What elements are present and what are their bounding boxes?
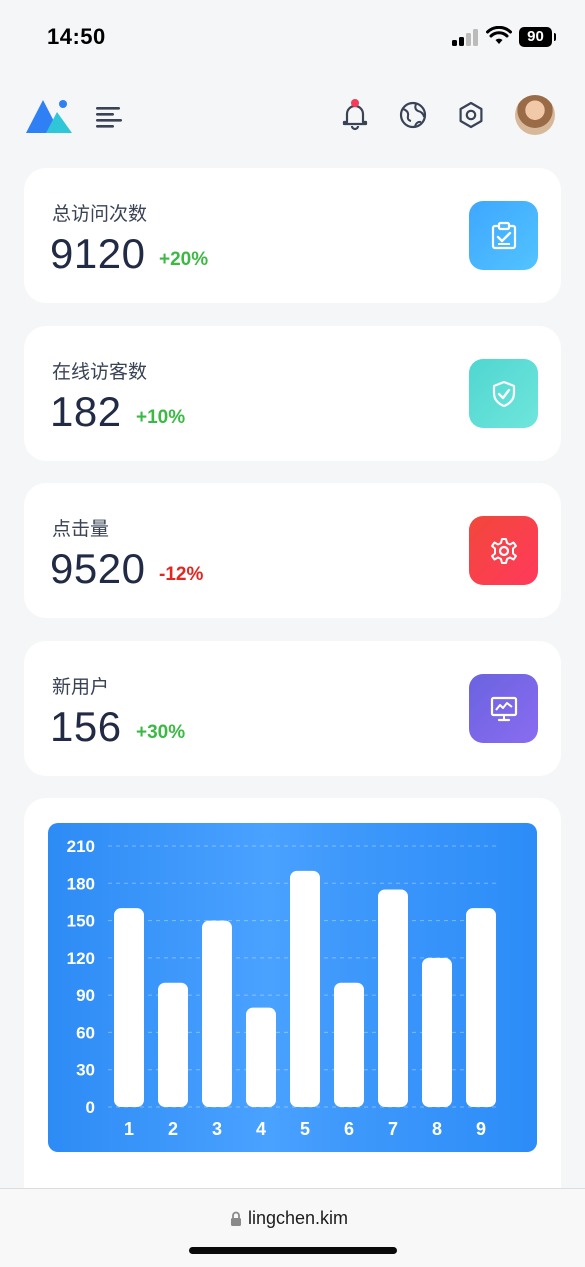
stat-value: 156: [50, 703, 122, 750]
battery-indicator: 90: [519, 27, 556, 47]
stat-value: 9520: [50, 545, 146, 592]
bar-3[interactable]: [202, 920, 232, 1107]
bar-6[interactable]: [334, 982, 364, 1107]
browser-bar: lingchen.kim: [0, 1188, 585, 1267]
globe-icon[interactable]: [397, 99, 429, 131]
settings-icon[interactable]: [455, 99, 487, 131]
bar-1[interactable]: [114, 908, 144, 1107]
stat-label: 在线访客数: [52, 362, 148, 383]
stat-change: +20%: [159, 249, 209, 270]
lock-icon: [231, 1211, 241, 1226]
stat-card-new-users: 新用户 156 +30%: [24, 641, 561, 776]
x-tick-label: 4: [256, 1119, 266, 1139]
stat-value: 9120: [50, 230, 146, 277]
x-tick-label: 6: [344, 1119, 354, 1139]
logo-icon: [26, 100, 72, 133]
stat-card-online-visitors: 在线访客数 182 +10%: [24, 326, 561, 461]
x-tick-label: 9: [476, 1119, 486, 1139]
stat-change: +10%: [136, 407, 186, 428]
clipboard-check-icon: [469, 201, 538, 270]
chart-panel: 0 30 60 90 120 150 180 210 1 2 3 4 5 6 7 8 9: [48, 823, 537, 1152]
x-tick-label: 1: [124, 1119, 134, 1139]
stat-card-total-visits: 总访问次数 9120 +20%: [24, 168, 561, 303]
stat-value: 182: [50, 388, 122, 435]
y-tick-label: 210: [67, 837, 95, 856]
stat-change: -12%: [159, 564, 204, 585]
monitor-chart-icon: [469, 674, 538, 743]
stat-label: 点击量: [52, 519, 110, 540]
stat-label: 新用户: [52, 677, 110, 698]
bar-2[interactable]: [158, 982, 188, 1107]
stat-label: 总访问次数: [52, 204, 148, 225]
cellular-signal-icon: [452, 29, 478, 46]
bar-5[interactable]: [290, 870, 320, 1107]
top-nav: [0, 86, 585, 146]
y-tick-label: 150: [67, 912, 95, 931]
y-tick-label: 120: [67, 949, 95, 968]
status-bar: 14:50 90: [0, 0, 585, 72]
y-tick-label: 30: [76, 1061, 95, 1080]
x-tick-label: 5: [300, 1119, 310, 1139]
x-tick-label: 3: [212, 1119, 222, 1139]
menu-toggle-icon[interactable]: [94, 102, 124, 130]
bar-chart: 0 30 60 90 120 150 180 210 1 2 3 4 5 6 7 8 9: [67, 837, 500, 1139]
stat-card-clicks: 点击量 9520 -12%: [24, 483, 561, 618]
bar-7[interactable]: [378, 889, 408, 1108]
bar-9[interactable]: [466, 908, 496, 1107]
bar-4[interactable]: [246, 1007, 276, 1107]
y-tick-label: 180: [67, 874, 95, 893]
url-text[interactable]: lingchen.kim: [248, 1208, 348, 1229]
bar-8[interactable]: [422, 957, 452, 1107]
x-tick-label: 2: [168, 1119, 178, 1139]
home-indicator[interactable]: [189, 1247, 397, 1254]
status-time: 14:50: [47, 24, 106, 49]
y-tick-label: 60: [76, 1023, 95, 1042]
y-tick-label: 90: [76, 986, 95, 1005]
wifi-icon: [486, 26, 512, 44]
stat-change: +30%: [136, 722, 186, 743]
notification-dot: [351, 99, 359, 107]
x-tick-label: 8: [432, 1119, 442, 1139]
y-tick-label: 0: [86, 1098, 95, 1117]
chart-card: 0 30 60 90 120 150 180 210 1 2 3 4 5 6 7 8 9: [24, 798, 561, 1198]
x-tick-label: 7: [388, 1119, 398, 1139]
gear-icon: [469, 516, 538, 585]
user-avatar[interactable]: [515, 95, 555, 135]
bell-icon[interactable]: [339, 99, 371, 131]
shield-check-icon: [469, 359, 538, 428]
